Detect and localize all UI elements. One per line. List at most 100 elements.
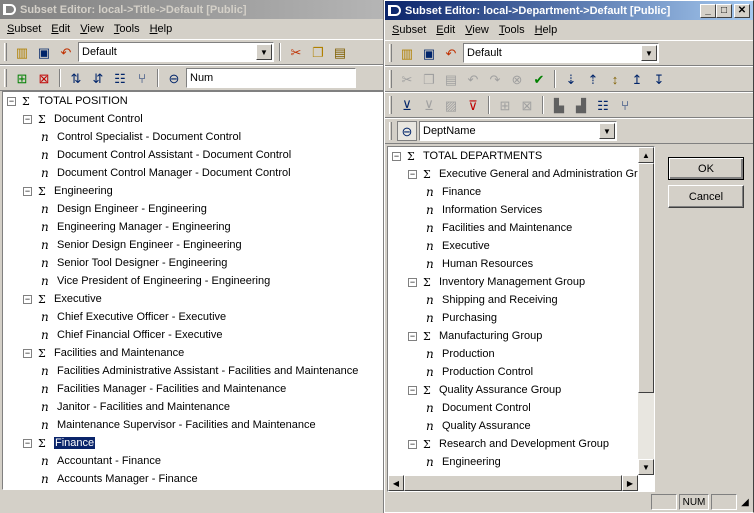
tree-node-label[interactable]: Document Control Manager - Document Cont… <box>57 167 291 179</box>
alias-icon[interactable]: ⊖ <box>164 68 184 88</box>
filter-level-icon[interactable]: ⊻ <box>419 95 439 115</box>
collapse-icon[interactable]: − <box>23 348 32 358</box>
expand-icon[interactable]: ▟ <box>571 95 591 115</box>
left-title-bar[interactable]: Subset Editor: local->Title->Default [Pu… <box>0 0 383 19</box>
tree-leaf-node[interactable]: n Finance <box>388 183 654 201</box>
menu-tools[interactable]: Tools <box>494 24 530 36</box>
tree-node-label[interactable]: Purchasing <box>442 312 497 324</box>
subset-combo[interactable]: Default ▼ <box>463 43 659 63</box>
tree-node-label[interactable]: Manufacturing Group <box>439 330 542 342</box>
tree-leaf-node[interactable]: n Human Resources <box>388 255 654 273</box>
tree-root-node[interactable]: − Σ TOTAL POSITION <box>3 92 358 110</box>
tree-leaf-node[interactable]: n Document Control <box>388 399 654 417</box>
tree-node-label[interactable]: Engineering <box>442 456 501 468</box>
drill-down-icon[interactable]: ⑂ <box>615 95 635 115</box>
tree-leaf-node[interactable]: n Accountant - Finance <box>3 452 358 470</box>
menu-help[interactable]: Help <box>530 24 563 36</box>
collapse-icon[interactable]: − <box>408 385 417 395</box>
collapse-icon[interactable]: − <box>392 151 401 161</box>
tree-node-label[interactable]: Control Specialist - Document Control <box>57 131 241 143</box>
tree-leaf-node[interactable]: n Vice President of Engineering - Enginee… <box>3 272 358 290</box>
menu-view[interactable]: View <box>460 24 494 36</box>
tree-leaf-node[interactable]: n Janitor - Facilities and Maintenance <box>3 398 358 416</box>
sort-descending-icon[interactable]: ⇵ <box>88 68 108 88</box>
cancel-icon[interactable]: ⊗ <box>507 69 527 89</box>
filter-wildcard-icon[interactable]: ⊽ <box>463 95 483 115</box>
horizontal-scrollbar[interactable]: ◀ ▶ <box>388 475 638 491</box>
collapse-icon[interactable]: − <box>23 438 32 448</box>
hierarchy-icon[interactable]: ☷ <box>110 68 130 88</box>
sort-ascending-icon[interactable]: ⇅ <box>66 68 86 88</box>
tree-leaf-node[interactable]: n Engineering <box>388 453 654 471</box>
tree-node-label[interactable]: Executive <box>54 293 102 305</box>
collapse-icon[interactable]: − <box>408 439 417 449</box>
ok-button[interactable]: OK <box>668 157 744 180</box>
tree-leaf-node[interactable]: n Document Control Assistant - Document C… <box>3 146 358 164</box>
tree-group-node[interactable]: − Σ Facilities and Maintenance <box>3 344 358 362</box>
tree-group-node[interactable]: − Σ Research and Development Group <box>388 435 654 453</box>
save-icon[interactable]: ▣ <box>34 42 54 62</box>
tree-leaf-node[interactable]: n Control Specialist - Document Control <box>3 128 358 146</box>
undo-icon[interactable]: ↶ <box>56 42 76 62</box>
sort-za-icon[interactable]: ⇡ <box>583 69 603 89</box>
tree-group-node[interactable]: − Σ Finance <box>3 434 358 452</box>
menu-view[interactable]: View <box>75 23 109 35</box>
tree-node-label[interactable]: Chief Executive Officer - Executive <box>57 311 226 323</box>
alias-icon[interactable]: ⊖ <box>397 121 417 141</box>
tree-group-node[interactable]: − Σ Executive General and Administration G… <box>388 165 654 183</box>
tree-leaf-node[interactable]: n Shipping and Receiving <box>388 291 654 309</box>
hierarchy-icon[interactable]: ☷ <box>593 95 613 115</box>
paste-icon[interactable]: ▤ <box>441 69 461 89</box>
tree-node-label[interactable]: Facilities and Maintenance <box>54 347 184 359</box>
tree-node-label[interactable]: Facilities and Maintenance <box>442 222 572 234</box>
tree-node-label[interactable]: Document Control Assistant - Document Co… <box>57 149 291 161</box>
tree-leaf-node[interactable]: n Design Engineer - Engineering <box>3 200 358 218</box>
tree-leaf-node[interactable]: n Engineering Manager - Engineering <box>3 218 358 236</box>
tree-node-label[interactable]: Document Control <box>442 402 531 414</box>
tree-group-node[interactable]: − Σ Engineering <box>3 182 358 200</box>
attribute-field[interactable]: Num <box>186 68 356 88</box>
redo-icon[interactable]: ↷ <box>485 69 505 89</box>
tree-node-label[interactable]: Senior Design Engineer - Engineering <box>57 239 242 251</box>
tree-leaf-node[interactable]: n Information Services <box>388 201 654 219</box>
scroll-left-icon[interactable]: ◀ <box>388 475 404 491</box>
tree-leaf-node[interactable]: n Accounts Manager - Finance <box>3 470 358 488</box>
drill-down-icon[interactable]: ⑂ <box>132 68 152 88</box>
tree-leaf-node[interactable]: n Production Control <box>388 363 654 381</box>
tree-node-label[interactable]: Facilities Administrative Assistant - Fa… <box>57 365 358 377</box>
chevron-down-icon[interactable]: ▼ <box>641 45 657 61</box>
cut-icon[interactable]: ✂ <box>286 42 306 62</box>
sort-level-up-icon[interactable]: ↥ <box>627 69 647 89</box>
all-subsets-icon[interactable]: ▥ <box>397 43 417 63</box>
right-element-tree[interactable]: − Σ TOTAL DEPARTMENTS − Σ Executive General a… <box>387 146 655 492</box>
scroll-thumb[interactable] <box>404 475 622 491</box>
tree-leaf-node[interactable]: n Facilities Administrative Assistant - F… <box>3 362 358 380</box>
menu-subset[interactable]: Subset <box>387 24 431 36</box>
tree-leaf-node[interactable]: n Senior Tool Designer - Engineering <box>3 254 358 272</box>
tree-node-label[interactable]: Document Control <box>54 113 143 125</box>
close-icon[interactable]: ✕ <box>734 3 750 18</box>
tree-root-node[interactable]: − Σ TOTAL DEPARTMENTS <box>388 147 654 165</box>
scroll-right-icon[interactable]: ▶ <box>622 475 638 491</box>
tree-node-label[interactable]: Chief Financial Officer - Executive <box>57 329 222 341</box>
tree-leaf-node[interactable]: n Senior Design Engineer - Engineering <box>3 236 358 254</box>
keep-icon[interactable]: ⊞ <box>495 95 515 115</box>
paste-icon[interactable]: ▤ <box>330 42 350 62</box>
tree-leaf-node[interactable]: n Production <box>388 345 654 363</box>
tree-leaf-node[interactable]: n Chief Executive Officer - Executive <box>3 308 358 326</box>
tree-node-label[interactable]: Accounts Manager - Finance <box>57 473 198 485</box>
chevron-down-icon[interactable]: ▼ <box>256 44 272 60</box>
collapse-icon[interactable]: − <box>7 96 16 106</box>
chevron-down-icon[interactable]: ▼ <box>599 123 615 139</box>
tree-node-label[interactable]: Finance <box>54 437 96 449</box>
tree-node-label[interactable]: Inventory Management Group <box>439 276 585 288</box>
attribute-combo[interactable]: DeptName ▼ <box>419 121 617 141</box>
tree-node-label[interactable]: Maintenance Supervisor - Facilities and … <box>57 419 316 431</box>
right-title-bar[interactable]: Subset Editor: local->Department->Defaul… <box>385 1 753 20</box>
cut-icon[interactable]: ✂ <box>397 69 417 89</box>
tree-node-label[interactable]: Production Control <box>442 366 533 378</box>
tree-leaf-node[interactable]: n Executive <box>388 237 654 255</box>
tree-node-label[interactable]: TOTAL DEPARTMENTS <box>423 150 542 162</box>
menu-tools[interactable]: Tools <box>109 23 145 35</box>
tree-node-label[interactable]: Executive General and Administration Gro… <box>439 168 654 180</box>
